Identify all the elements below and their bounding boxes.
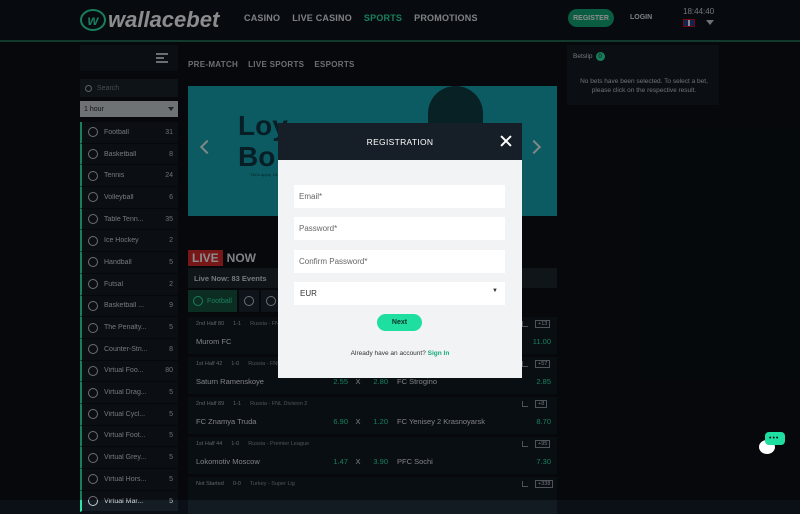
email-field[interactable] — [294, 185, 505, 208]
chevron-down-icon: ▼ — [492, 288, 498, 294]
next-button[interactable]: Next — [377, 314, 422, 331]
confirm-password-field[interactable] — [294, 250, 505, 273]
chat-dots: ••• — [769, 435, 780, 442]
signin-prompt: Already have an account? Sign In — [350, 350, 450, 357]
registration-modal: REGISTRATION EUR ▼ Next Already have an … — [278, 123, 522, 378]
modal-title: REGISTRATION — [366, 136, 434, 147]
password-field[interactable] — [294, 217, 505, 240]
sign-in-link[interactable]: Sign In — [428, 350, 450, 357]
currency-value: EUR — [300, 289, 317, 298]
modal-header: REGISTRATION — [278, 123, 522, 160]
currency-select[interactable]: EUR ▼ — [294, 282, 505, 305]
chat-widget[interactable]: ••• — [759, 432, 785, 454]
close-icon[interactable] — [500, 135, 512, 147]
